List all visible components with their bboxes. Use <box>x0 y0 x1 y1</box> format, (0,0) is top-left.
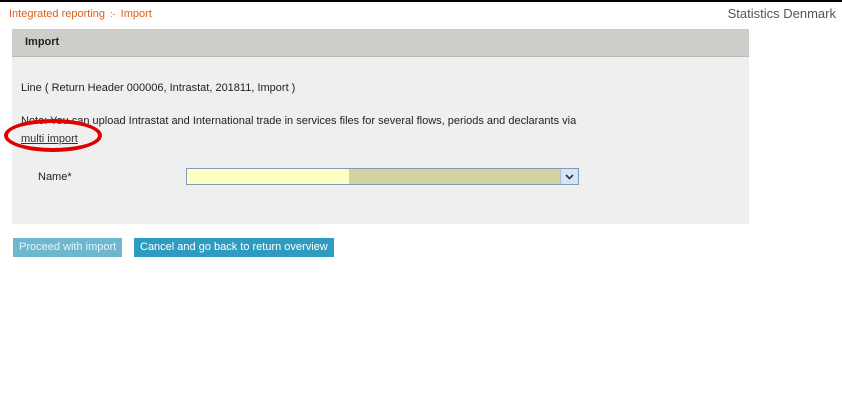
breadcrumb-separator: :- <box>110 9 116 19</box>
breadcrumb-item-import: Import <box>120 8 152 20</box>
line-info-text: Line ( Return Header 000006, Intrastat, … <box>21 82 296 94</box>
import-panel: Import Line ( Return Header 000006, Intr… <box>12 29 749 224</box>
note-text: Note: You can upload Intrastat and Inter… <box>21 115 577 127</box>
name-select-value <box>187 169 349 184</box>
breadcrumb-item-integrated-reporting[interactable]: Integrated reporting <box>9 8 105 20</box>
brand-name: Statistics Denmark <box>727 6 836 21</box>
panel-title: Import <box>12 29 749 57</box>
name-select[interactable] <box>186 168 579 185</box>
cancel-and-back-button[interactable]: Cancel and go back to return overview <box>134 238 334 257</box>
multi-import-link[interactable]: multi import <box>21 133 78 145</box>
name-select-field <box>349 169 560 184</box>
chevron-down-icon[interactable] <box>560 169 578 184</box>
proceed-with-import-button[interactable]: Proceed with import <box>13 238 123 257</box>
name-label: Name* <box>38 171 72 183</box>
top-border-line <box>0 0 842 2</box>
breadcrumb: Integrated reporting :- Import <box>9 8 152 20</box>
